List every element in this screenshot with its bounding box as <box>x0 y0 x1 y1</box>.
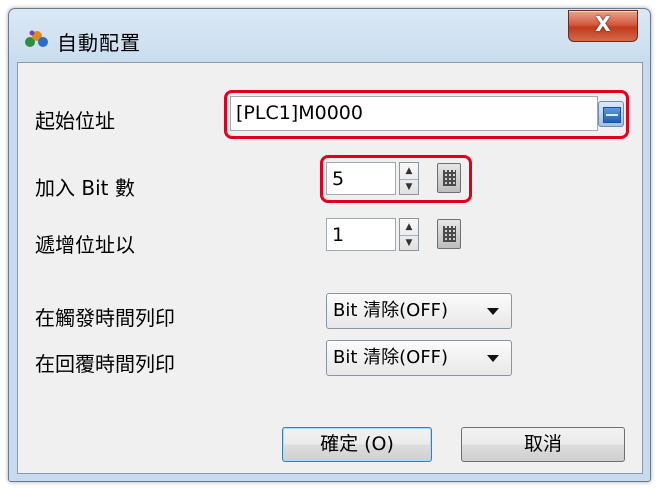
print-on-recover-label: 在回覆時間列印 <box>35 352 175 376</box>
increment-label: 遞增位址以 <box>35 233 135 257</box>
close-button[interactable]: X <box>568 10 638 42</box>
start-address-label: 起始位址 <box>35 109 115 133</box>
keypad-icon <box>603 107 621 123</box>
increment-keypad-button[interactable] <box>437 219 461 249</box>
spin-down-icon[interactable]: ▼ <box>400 235 418 251</box>
dialog-window: 自動配置 X 起始位址 [PLC1]M0000 加入 Bit 數 5 ▲ ▼ 遞… <box>8 8 651 482</box>
increment-spinner[interactable]: ▲ ▼ <box>399 218 419 251</box>
start-address-input[interactable]: [PLC1]M0000 <box>230 96 598 131</box>
calculator-icon <box>443 226 456 242</box>
print-on-trigger-select[interactable]: Bit 清除(OFF) <box>326 293 512 329</box>
address-picker-button[interactable] <box>598 101 624 127</box>
increment-input[interactable]: 1 <box>326 218 396 251</box>
spin-up-icon[interactable]: ▲ <box>400 219 418 236</box>
print-on-recover-value: Bit 清除(OFF) <box>333 347 449 368</box>
close-icon: X <box>595 12 611 36</box>
spin-up-icon[interactable]: ▲ <box>400 163 418 180</box>
print-on-recover-select[interactable]: Bit 清除(OFF) <box>326 340 512 376</box>
print-on-trigger-value: Bit 清除(OFF) <box>333 300 449 321</box>
dialog-body: 起始位址 [PLC1]M0000 加入 Bit 數 5 ▲ ▼ 遞增位址以 1 … <box>17 62 643 474</box>
chevron-down-icon <box>487 355 499 362</box>
cancel-button[interactable]: 取消 <box>461 427 625 462</box>
title-bar[interactable]: 自動配置 X <box>9 9 650 63</box>
app-icon <box>25 30 48 47</box>
add-bits-label: 加入 Bit 數 <box>35 176 135 200</box>
window-title: 自動配置 <box>57 31 141 55</box>
add-bits-keypad-button[interactable] <box>437 163 461 193</box>
spin-down-icon[interactable]: ▼ <box>400 179 418 195</box>
chevron-down-icon <box>487 308 499 315</box>
print-on-trigger-label: 在觸發時間列印 <box>35 306 175 330</box>
ok-button[interactable]: 確定 (O) <box>282 427 432 462</box>
add-bits-spinner[interactable]: ▲ ▼ <box>399 162 419 195</box>
calculator-icon <box>443 170 456 186</box>
add-bits-input[interactable]: 5 <box>326 162 396 195</box>
